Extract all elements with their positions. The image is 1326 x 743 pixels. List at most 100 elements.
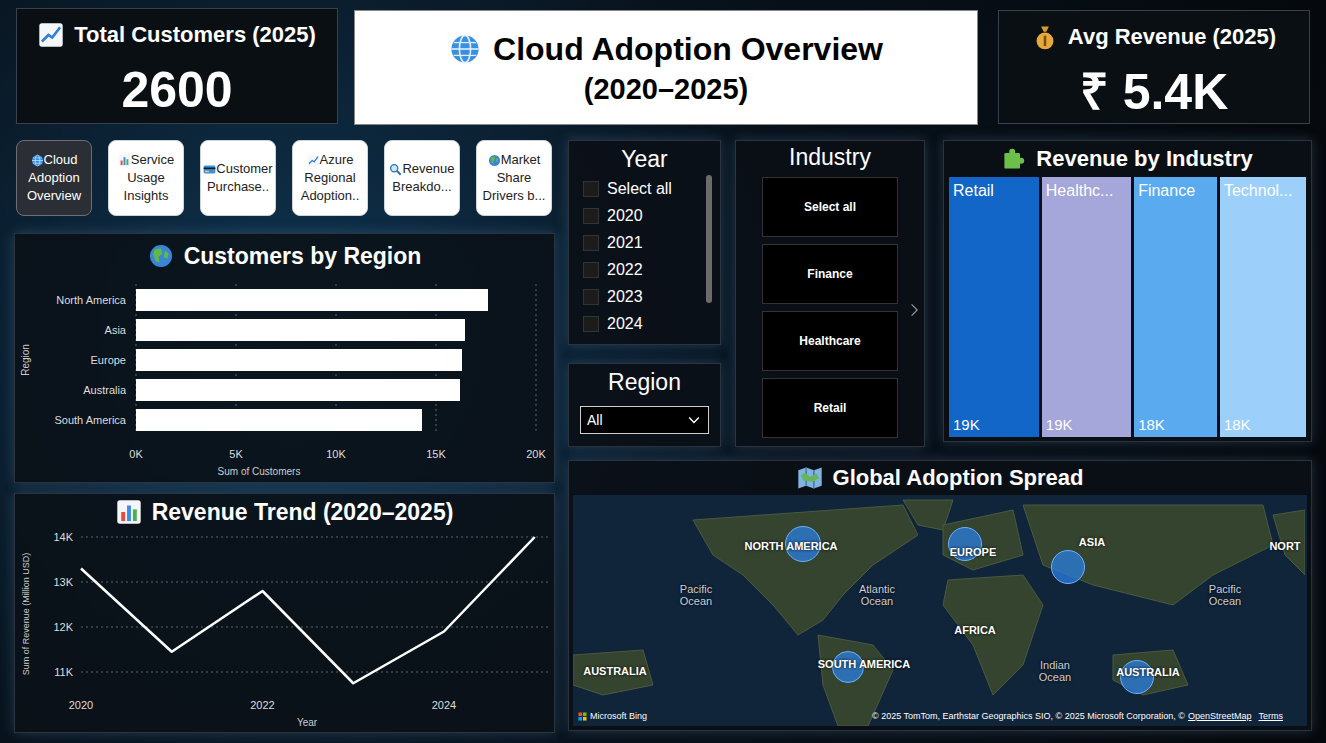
year-option[interactable]: Select all bbox=[583, 175, 720, 202]
axis-tick: 0K bbox=[129, 448, 143, 460]
map-label: Atlantic Ocean bbox=[859, 583, 895, 607]
axis-tick: 2024 bbox=[432, 699, 456, 711]
industry-tiles: Select all Finance Healthcare Retail bbox=[762, 177, 898, 438]
chart-title-row: Customers by Region bbox=[15, 234, 554, 278]
slicer-title: Region bbox=[569, 368, 720, 396]
bar[interactable] bbox=[136, 379, 460, 401]
year-option[interactable]: 2023 bbox=[583, 283, 720, 310]
industry-slicer: Industry Select all Finance Healthcare Retai… bbox=[735, 140, 925, 447]
y-axis-title: Region bbox=[20, 344, 31, 376]
industry-tile-label: Select all bbox=[804, 198, 856, 216]
checkbox[interactable] bbox=[583, 262, 599, 278]
industry-tile[interactable]: Finance bbox=[762, 244, 898, 304]
treemap-tile[interactable]: Retail19K bbox=[949, 177, 1039, 437]
kpi-value: ₹ 5.4K bbox=[1080, 67, 1229, 117]
axis-tick: 12K bbox=[53, 621, 73, 633]
bar[interactable] bbox=[136, 289, 488, 311]
tile-label: Healthc... bbox=[1042, 177, 1131, 201]
kpi-label-row: Total Customers (2025) bbox=[38, 21, 316, 49]
treemap: Retail19KHealthc... 19KFinance18KTechnol.… bbox=[944, 177, 1311, 437]
chart-title: Global Adoption Spread bbox=[833, 464, 1084, 492]
nav-button-text: Service Usage Insights bbox=[111, 151, 181, 205]
bar[interactable] bbox=[136, 409, 422, 431]
revenue-line[interactable] bbox=[81, 537, 535, 683]
category-label: Europe bbox=[91, 354, 126, 366]
category-label: Asia bbox=[105, 324, 127, 336]
year-option[interactable]: 2021 bbox=[583, 229, 720, 256]
chart-title: Customers by Region bbox=[184, 242, 422, 270]
treemap-tile[interactable]: Healthc... 19K bbox=[1042, 177, 1131, 437]
checkbox[interactable] bbox=[583, 289, 599, 305]
bar[interactable] bbox=[136, 319, 465, 341]
next-page-button[interactable] bbox=[906, 297, 922, 321]
region-slicer: Region All bbox=[568, 363, 721, 447]
map-icon bbox=[797, 465, 823, 491]
scrollbar[interactable] bbox=[706, 175, 712, 303]
globe-icon bbox=[449, 33, 481, 65]
gridline bbox=[81, 627, 550, 628]
tile-value: 19K bbox=[1042, 416, 1131, 437]
year-option[interactable]: 2022 bbox=[583, 256, 720, 283]
industry-tile-label: Retail bbox=[814, 399, 847, 417]
industry-tile-label: Finance bbox=[807, 265, 852, 283]
chart-title-row: Revenue by Industry bbox=[944, 141, 1311, 177]
checkbox[interactable] bbox=[583, 208, 599, 224]
landmass bbox=[1113, 650, 1188, 695]
map-label: SOUTH AMERICA bbox=[818, 656, 910, 673]
bar-chart-plot: 0K5K10K15K20KNorth AmericaAsiaEuropeAust… bbox=[15, 278, 554, 482]
industry-tile[interactable]: Select all bbox=[762, 177, 898, 237]
landmass bbox=[693, 505, 918, 635]
region-dropdown[interactable]: All bbox=[580, 406, 709, 434]
industry-tile[interactable]: Healthcare bbox=[762, 311, 898, 371]
osm-link[interactable]: OpenStreetMap bbox=[1188, 711, 1252, 722]
industry-tile-label: Healthcare bbox=[799, 332, 860, 350]
gridline bbox=[536, 284, 537, 434]
map-label: Indian Ocean bbox=[1039, 659, 1071, 683]
nav-button[interactable]: Customer Purchase.. bbox=[200, 140, 276, 216]
checkbox[interactable] bbox=[583, 181, 599, 197]
axis-tick: 5K bbox=[229, 448, 243, 460]
kpi-label-row: Avg Revenue (2025) bbox=[1032, 23, 1276, 51]
terms-link[interactable]: Terms bbox=[1259, 711, 1284, 722]
filters-row: YearSelect all20202021202220232024 Regio… bbox=[568, 140, 1312, 447]
nav-label: Revenue Breakdo... bbox=[392, 161, 454, 194]
nav-button[interactable]: Cloud Adoption Overview bbox=[16, 140, 92, 216]
bar-chart-icon bbox=[118, 154, 131, 167]
map-label: AUSTRALIA bbox=[583, 663, 647, 680]
x-axis-title: Year bbox=[297, 717, 318, 728]
chart-title: Revenue by Industry bbox=[1036, 145, 1252, 173]
axis-tick: 2020 bbox=[69, 699, 93, 711]
map-label: NORT bbox=[1269, 538, 1300, 555]
kpi-label: Avg Revenue (2025) bbox=[1068, 23, 1276, 51]
nav-button[interactable]: Revenue Breakdo... bbox=[384, 140, 460, 216]
y-axis-title: Sum of Revenue (Million USD) bbox=[21, 553, 31, 676]
earth-icon bbox=[488, 154, 501, 167]
axis-tick: 15K bbox=[426, 448, 446, 460]
treemap-tile[interactable]: Technol...18K bbox=[1220, 177, 1306, 437]
page-title: Cloud Adoption Overview bbox=[493, 29, 883, 69]
chevron-down-icon bbox=[686, 412, 702, 428]
category-label: South America bbox=[54, 414, 126, 426]
category-label: Australia bbox=[83, 384, 127, 396]
globe-icon bbox=[31, 154, 44, 167]
slicer-title: Industry bbox=[736, 143, 924, 171]
bar[interactable] bbox=[136, 349, 462, 371]
year-list: Select all20202021202220232024 bbox=[569, 175, 720, 337]
map[interactable]: NORTH AMERICAEUROPEASIANORTPacific Ocean… bbox=[573, 495, 1307, 726]
year-option[interactable]: 2020 bbox=[583, 202, 720, 229]
treemap-tile[interactable]: Finance18K bbox=[1134, 177, 1217, 437]
nav-button[interactable]: Azure Regional Adoption.. bbox=[292, 140, 368, 216]
line-chart-plot: 14K13K12K11K202020222024YearSum of Reven… bbox=[15, 530, 554, 732]
header-row: Total Customers (2025)2600 Cloud Adoptio… bbox=[14, 8, 1312, 125]
year-option[interactable]: 2024 bbox=[583, 310, 720, 337]
industry-tile[interactable]: Retail bbox=[762, 378, 898, 438]
nav-label: Customer Purchase.. bbox=[207, 161, 273, 194]
checkbox[interactable] bbox=[583, 235, 599, 251]
nav-button[interactable]: Service Usage Insights bbox=[108, 140, 184, 216]
gridline bbox=[81, 582, 550, 583]
tile-label: Finance bbox=[1134, 177, 1217, 201]
title-card: Cloud Adoption Overview(2020–2025) bbox=[354, 10, 978, 125]
nav-button[interactable]: Market Share Drivers b... bbox=[476, 140, 552, 216]
nav-button-text: Market Share Drivers b... bbox=[479, 151, 549, 205]
checkbox[interactable] bbox=[583, 316, 599, 332]
